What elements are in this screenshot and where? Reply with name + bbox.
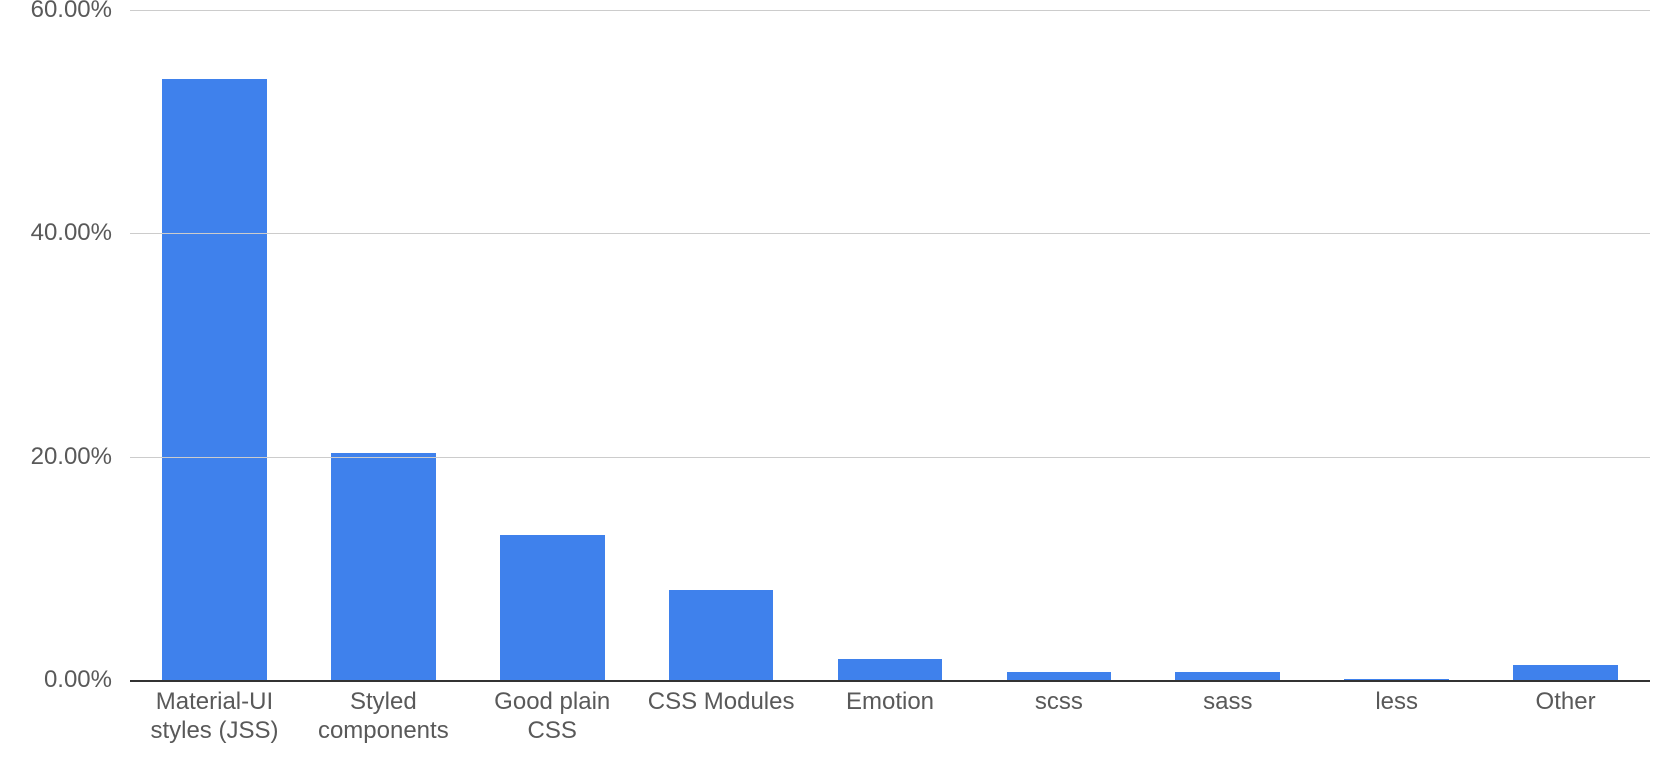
bar-slot [1143, 10, 1312, 680]
gridline [130, 10, 1650, 11]
bar-slot [806, 10, 975, 680]
bar [669, 590, 774, 680]
x-tick-label: Emotion [806, 688, 975, 746]
x-tick-label: sass [1143, 688, 1312, 746]
x-tick-label: Good plain CSS [468, 688, 637, 746]
y-tick-label: 20.00% [31, 443, 130, 471]
y-tick-label: 40.00% [31, 219, 130, 247]
x-tick-label: Other [1481, 688, 1650, 746]
gridline [130, 233, 1650, 234]
bar [162, 79, 267, 680]
x-tick-label: Material-UI styles (JSS) [130, 688, 299, 746]
bar [1007, 672, 1112, 680]
bar-slot [299, 10, 468, 680]
bar [838, 659, 943, 680]
bar [1175, 672, 1280, 680]
bar-slot [1481, 10, 1650, 680]
x-tick-label: less [1312, 688, 1481, 746]
x-axis: Material-UI styles (JSS)Styled component… [130, 688, 1650, 746]
bar-chart: 0.00%20.00%40.00%60.00% Material-UI styl… [0, 0, 1673, 765]
bar [1513, 665, 1618, 680]
x-tick-label: scss [974, 688, 1143, 746]
bar [500, 535, 605, 680]
bar-slot [130, 10, 299, 680]
bar-slot [974, 10, 1143, 680]
plot-area: 0.00%20.00%40.00%60.00% [130, 10, 1650, 682]
bars-layer [130, 10, 1650, 680]
bar-slot [468, 10, 637, 680]
x-tick-label: CSS Modules [637, 688, 806, 746]
bar [1344, 679, 1449, 680]
bar-slot [1312, 10, 1481, 680]
bar [331, 453, 436, 680]
bar-slot [637, 10, 806, 680]
y-tick-label: 0.00% [44, 666, 130, 694]
y-tick-label: 60.00% [31, 0, 130, 24]
x-tick-label: Styled components [299, 688, 468, 746]
gridline [130, 457, 1650, 458]
